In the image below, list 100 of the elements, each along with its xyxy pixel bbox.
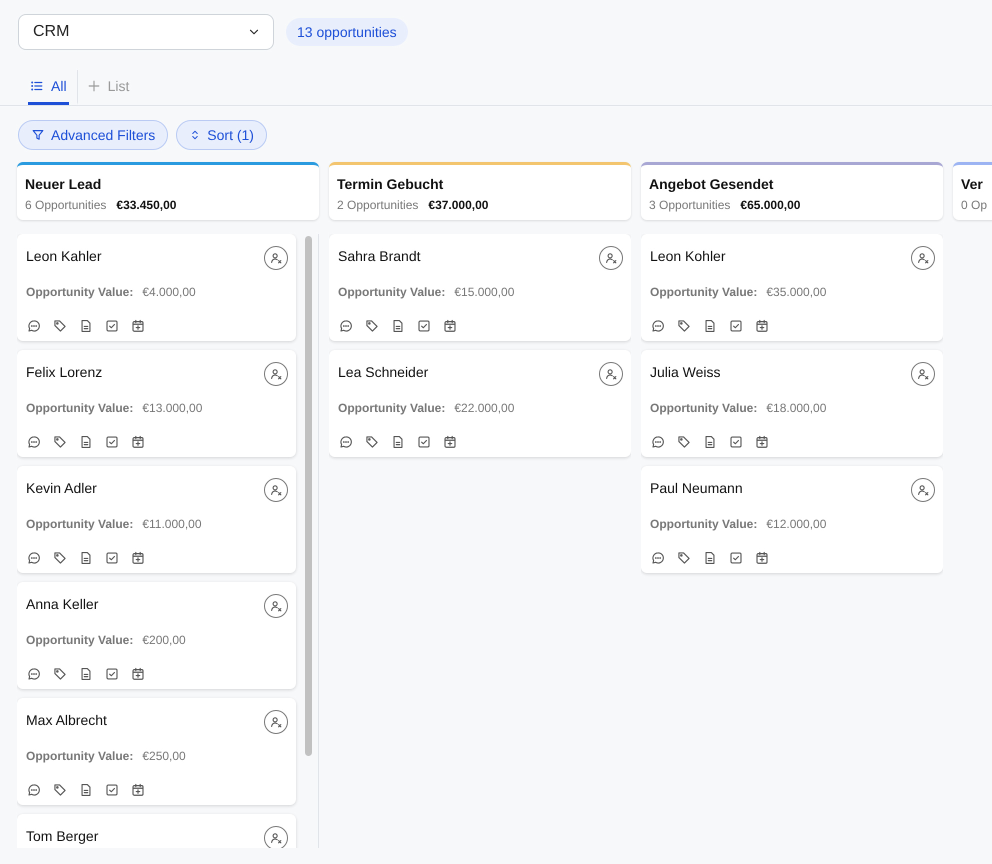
opportunity-card[interactable]: Sahra Brandt Opportunity Value: €15.000,00 [329,234,631,341]
pipeline-select[interactable]: CRM [18,14,274,50]
plus-icon[interactable] [86,79,101,93]
calendar-plus-icon[interactable] [131,667,145,681]
opportunity-card[interactable]: Lea Schneider Opportunity Value: €22.000,00 [329,350,631,457]
assign-user-button[interactable] [911,246,935,270]
opportunity-card[interactable]: Julia Weiss Opportunity Value: €18.000,00 [641,350,943,457]
chat-bubble-icon[interactable] [651,551,665,565]
user-x-icon[interactable] [916,483,930,497]
opportunity-card[interactable]: Tom Berger [17,814,296,848]
checkbox-icon[interactable] [417,319,431,333]
tag-icon[interactable] [677,551,691,565]
document-icon[interactable] [79,319,93,333]
assign-user-button[interactable] [911,478,935,502]
calendar-plus-icon[interactable] [755,551,769,565]
opportunity-card[interactable]: Paul Neumann Opportunity Value: €12.000,00 [641,466,943,573]
checkbox-icon[interactable] [105,783,119,797]
tag-icon[interactable] [53,319,67,333]
document-icon[interactable] [703,435,717,449]
contact-name: Julia Weiss [650,363,721,380]
calendar-plus-icon[interactable] [131,319,145,333]
value-label: Opportunity Value: [26,633,134,647]
user-x-icon[interactable] [604,251,618,265]
opportunity-count: 0 Op [961,198,988,212]
document-icon[interactable] [391,319,405,333]
chat-bubble-icon[interactable] [651,319,665,333]
checkbox-icon[interactable] [729,435,743,449]
user-x-icon[interactable] [604,367,618,381]
calendar-plus-icon[interactable] [443,435,457,449]
chat-bubble-icon[interactable] [27,435,41,449]
checkbox-icon[interactable] [417,435,431,449]
checkbox-icon[interactable] [105,667,119,681]
tag-icon[interactable] [677,435,691,449]
calendar-plus-icon[interactable] [755,319,769,333]
assign-user-button[interactable] [264,826,288,848]
user-x-icon[interactable] [916,251,930,265]
chat-bubble-icon[interactable] [27,319,41,333]
document-icon[interactable] [79,783,93,797]
tag-icon[interactable] [53,551,67,565]
scrollbar-thumb[interactable] [305,236,312,756]
sort-button[interactable]: Sort (1) [176,120,267,150]
funnel-icon[interactable] [31,128,45,142]
assign-user-button[interactable] [264,362,288,386]
user-x-icon[interactable] [916,367,930,381]
user-x-icon[interactable] [269,715,283,729]
value-label: Opportunity Value: [338,285,446,299]
tag-icon[interactable] [53,435,67,449]
opportunity-card[interactable]: Kevin Adler Opportunity Value: €11.000,00 [17,466,296,573]
calendar-plus-icon[interactable] [131,551,145,565]
view-tab[interactable]: All [28,70,69,105]
opportunity-value: €35.000,00 [766,285,826,299]
tag-icon[interactable] [365,435,379,449]
opportunity-value: €18.000,00 [766,401,826,415]
checkbox-icon[interactable] [105,551,119,565]
document-icon[interactable] [391,435,405,449]
tag-icon[interactable] [365,319,379,333]
contact-name: Kevin Adler [26,479,97,496]
calendar-plus-icon[interactable] [131,435,145,449]
filter-button[interactable]: Advanced Filters [18,120,168,150]
document-icon[interactable] [703,319,717,333]
user-x-icon[interactable] [269,831,283,845]
opportunity-card[interactable]: Leon Kahler Opportunity Value: €4.000,00 [17,234,296,341]
assign-user-button[interactable] [264,246,288,270]
calendar-plus-icon[interactable] [131,783,145,797]
opportunity-card[interactable]: Max Albrecht Opportunity Value: €250,00 [17,698,296,805]
assign-user-button[interactable] [599,362,623,386]
document-icon[interactable] [79,435,93,449]
opportunity-card[interactable]: Anna Keller Opportunity Value: €200,00 [17,582,296,689]
contact-name: Max Albrecht [26,711,107,728]
document-icon[interactable] [79,667,93,681]
tag-icon[interactable] [677,319,691,333]
opportunity-card[interactable]: Felix Lorenz Opportunity Value: €13.000,00 [17,350,296,457]
checkbox-icon[interactable] [729,319,743,333]
user-x-icon[interactable] [269,483,283,497]
checkbox-icon[interactable] [729,551,743,565]
document-icon[interactable] [703,551,717,565]
calendar-plus-icon[interactable] [755,435,769,449]
chat-bubble-icon[interactable] [651,435,665,449]
assign-user-button[interactable] [264,478,288,502]
tag-icon[interactable] [53,783,67,797]
chat-bubble-icon[interactable] [27,667,41,681]
chat-bubble-icon[interactable] [27,551,41,565]
user-x-icon[interactable] [269,251,283,265]
user-x-icon[interactable] [269,599,283,613]
assign-user-button[interactable] [264,710,288,734]
tag-icon[interactable] [53,667,67,681]
list-icon[interactable] [30,79,44,93]
contact-name: Sahra Brandt [338,247,420,264]
opportunity-card[interactable]: Leon Kohler Opportunity Value: €35.000,00 [641,234,943,341]
chat-bubble-icon[interactable] [339,319,353,333]
assign-user-button[interactable] [599,246,623,270]
assign-user-button[interactable] [911,362,935,386]
chat-bubble-icon[interactable] [27,783,41,797]
checkbox-icon[interactable] [105,319,119,333]
user-x-icon[interactable] [269,367,283,381]
calendar-plus-icon[interactable] [443,319,457,333]
chat-bubble-icon[interactable] [339,435,353,449]
document-icon[interactable] [79,551,93,565]
assign-user-button[interactable] [264,594,288,618]
checkbox-icon[interactable] [105,435,119,449]
